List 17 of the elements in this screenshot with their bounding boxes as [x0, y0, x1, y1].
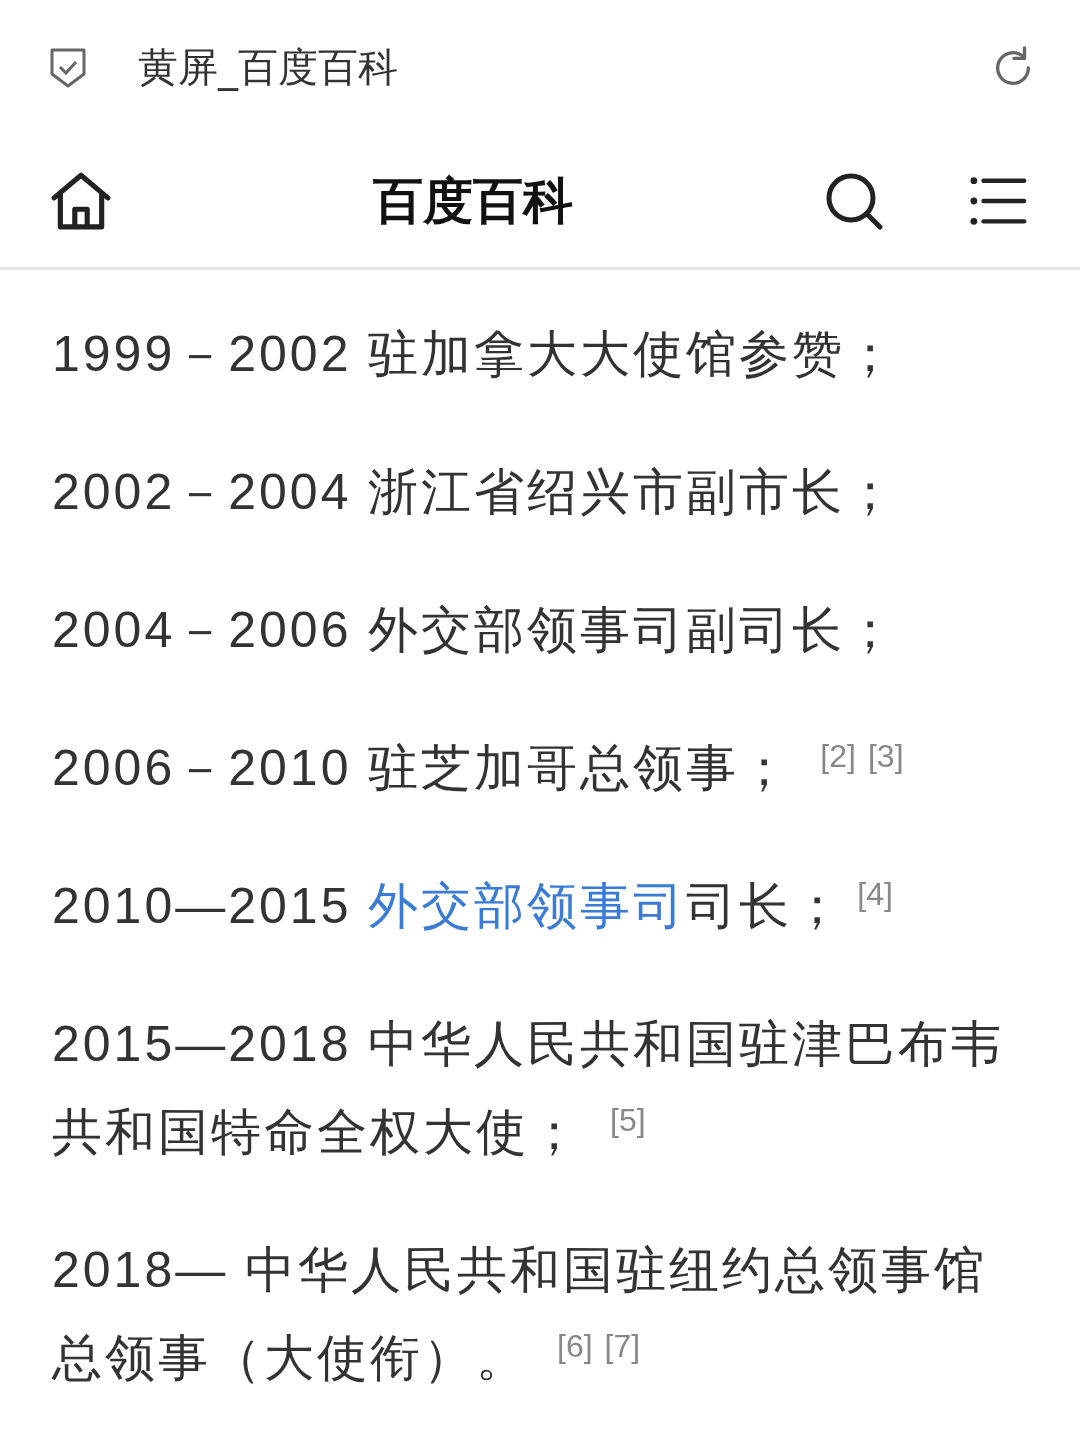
citation-link[interactable]: [6] [557, 1328, 593, 1364]
citation-link[interactable]: [2] [820, 738, 856, 774]
citation-link[interactable]: [4] [857, 876, 893, 912]
citation-link[interactable]: [5] [610, 1102, 646, 1138]
career-entry: 2010—2015 外交部领事司 司长； $^{[4]}$ [52, 875, 894, 936]
career-entry: 2004－2006 外交部领事司副司长； [52, 601, 900, 660]
home-icon[interactable] [50, 170, 112, 232]
career-entry: 2015—2018 中华人民共和国驻津巴布韦共和国特命全权大使； $^{[5]}$ [52, 1015, 1006, 1162]
citation-link[interactable]: [3] [867, 738, 904, 774]
menu-icon[interactable] [970, 175, 1028, 227]
citation-link[interactable]: [7] [604, 1328, 641, 1364]
link[interactable]: 外交部领事司 [368, 878, 687, 934]
search-icon[interactable] [824, 171, 884, 231]
site-title: 百度百科 [372, 170, 574, 232]
career-entry: 1999－2002 驻加拿大大使馆参赞； [52, 325, 900, 384]
page-title: 黄屏_百度百科 [138, 43, 399, 93]
career-entry: 2002－2004 浙江省绍兴市副市长； [52, 463, 900, 522]
